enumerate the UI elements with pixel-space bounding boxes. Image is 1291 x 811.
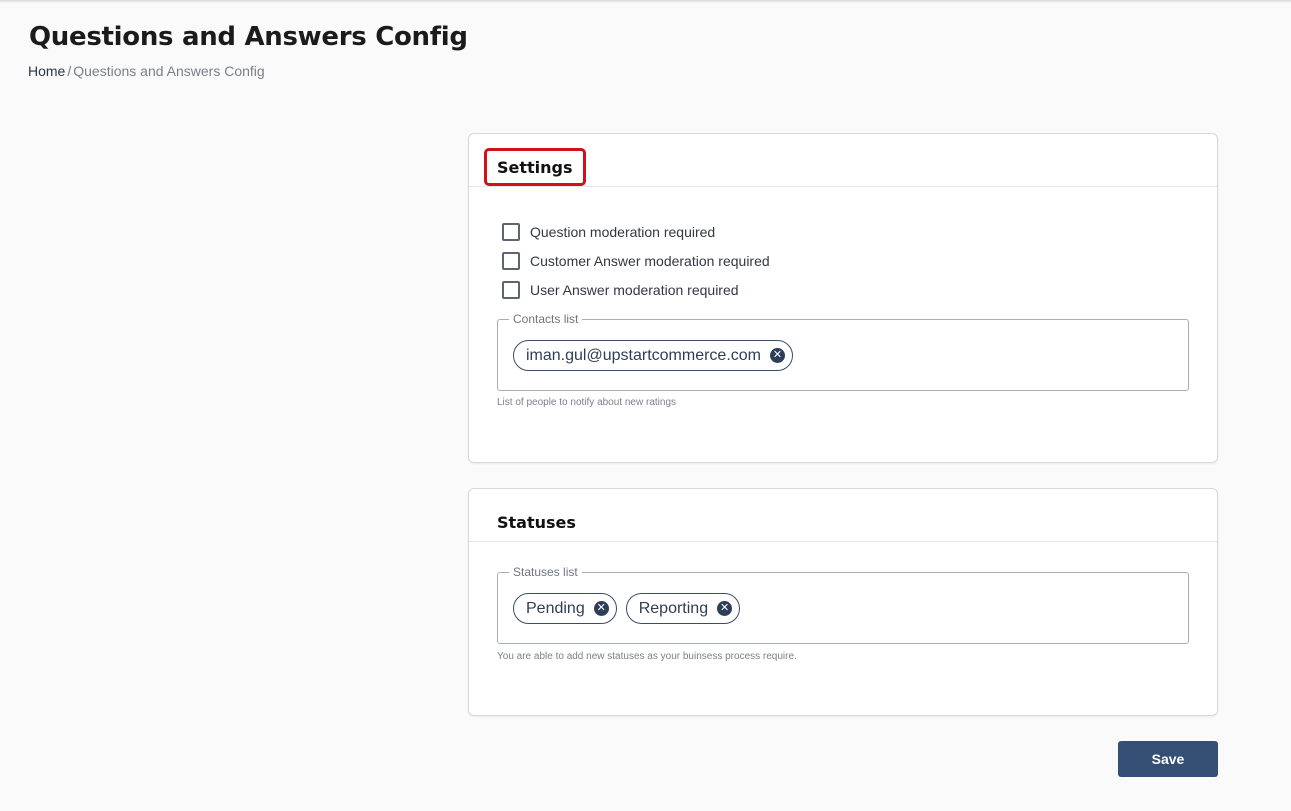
breadcrumb: Home / Questions and Answers Config <box>28 63 265 79</box>
customer-answer-moderation-label: Customer Answer moderation required <box>530 253 770 269</box>
customer-answer-moderation-row[interactable]: Customer Answer moderation required <box>502 252 770 270</box>
status-chip-label: Reporting <box>638 599 709 617</box>
close-circle-icon[interactable]: ✕ <box>593 601 609 616</box>
close-circle-icon[interactable]: ✕ <box>769 348 785 363</box>
breadcrumb-separator: / <box>67 63 72 79</box>
contacts-chips: iman.gul@upstartcommerce.com ✕ <box>513 340 793 371</box>
statuses-card: Statuses Statuses list Pending ✕ Reporti… <box>468 488 1218 716</box>
contacts-list-field[interactable]: Contacts list iman.gul@upstartcommerce.c… <box>497 312 1189 391</box>
statuses-list-legend: Statuses list <box>509 565 582 579</box>
contacts-helper-text: List of people to notify about new ratin… <box>497 397 677 408</box>
close-circle-icon[interactable]: ✕ <box>717 601 733 616</box>
contacts-list-legend: Contacts list <box>509 312 583 326</box>
user-answer-moderation-row[interactable]: User Answer moderation required <box>502 281 739 299</box>
settings-card-header: Settings <box>469 134 1217 187</box>
statuses-helper-text: You are able to add new statuses as your… <box>497 651 797 662</box>
settings-card: Settings Question moderation required Cu… <box>468 133 1218 463</box>
statuses-title: Statuses <box>497 513 576 532</box>
settings-title: Settings <box>497 158 573 177</box>
question-moderation-row[interactable]: Question moderation required <box>502 223 715 241</box>
page-title: Questions and Answers Config <box>29 22 468 52</box>
statuses-list-field[interactable]: Statuses list Pending ✕ Reporting ✕ <box>497 565 1189 644</box>
statuses-card-header: Statuses <box>469 489 1217 542</box>
top-shadow <box>0 0 1291 3</box>
statuses-chips: Pending ✕ Reporting ✕ <box>513 593 741 624</box>
status-chip-label: Pending <box>526 599 585 617</box>
save-button[interactable]: Save <box>1118 741 1218 777</box>
status-chip-reporting: Reporting ✕ <box>625 593 741 624</box>
question-moderation-checkbox[interactable] <box>502 223 520 241</box>
user-answer-moderation-label: User Answer moderation required <box>530 282 739 298</box>
user-answer-moderation-checkbox[interactable] <box>502 281 520 299</box>
breadcrumb-home-link[interactable]: Home <box>28 63 65 79</box>
breadcrumb-current: Questions and Answers Config <box>73 63 265 79</box>
customer-answer-moderation-checkbox[interactable] <box>502 252 520 270</box>
contact-chip-label: iman.gul@upstartcommerce.com <box>526 346 761 364</box>
contact-chip: iman.gul@upstartcommerce.com ✕ <box>513 340 793 371</box>
question-moderation-label: Question moderation required <box>530 224 716 240</box>
status-chip-pending: Pending ✕ <box>513 593 617 624</box>
